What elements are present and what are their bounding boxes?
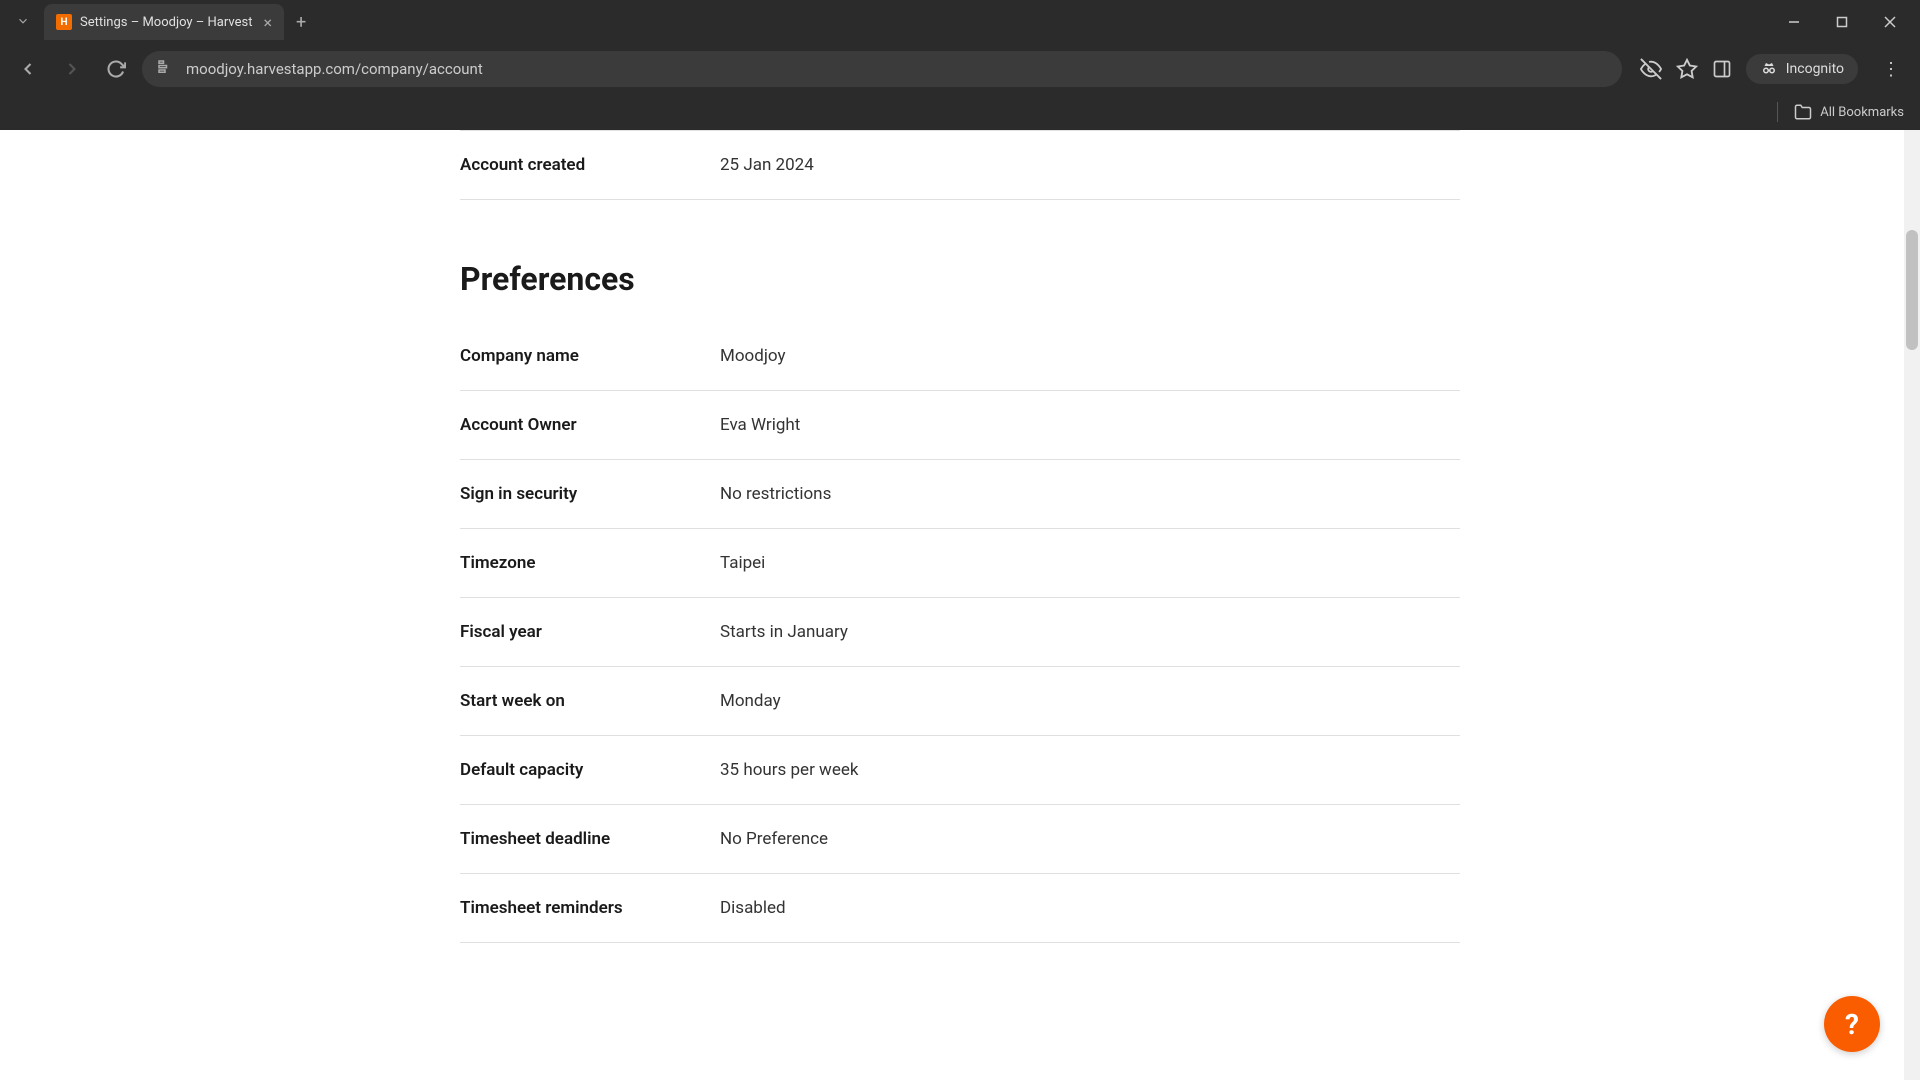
- url-controls: Incognito ⋮: [1640, 54, 1910, 84]
- url-text: moodjoy.harvestapp.com/company/account: [186, 60, 1608, 78]
- tab-bar: H Settings – Moodjoy – Harvest × +: [0, 0, 1920, 44]
- side-panel-icon[interactable]: [1712, 59, 1732, 79]
- timezone-label: Timezone: [460, 553, 720, 573]
- timesheet-reminders-label: Timesheet reminders: [460, 898, 720, 918]
- company-name-value: Moodjoy: [720, 346, 786, 366]
- default-capacity-label: Default capacity: [460, 760, 720, 780]
- back-button[interactable]: [10, 51, 46, 87]
- close-window-button[interactable]: [1868, 6, 1912, 38]
- default-capacity-row: Default capacity 35 hours per week: [460, 736, 1460, 805]
- default-capacity-value: 35 hours per week: [720, 760, 858, 780]
- account-owner-label: Account Owner: [460, 415, 720, 435]
- help-button[interactable]: ?: [1824, 996, 1880, 1052]
- timesheet-deadline-row: Timesheet deadline No Preference: [460, 805, 1460, 874]
- bookmarks-bar: All Bookmarks: [0, 94, 1920, 130]
- sign-in-security-row: Sign in security No restrictions: [460, 460, 1460, 529]
- account-created-value: 25 Jan 2024: [720, 155, 814, 175]
- browser-chrome: H Settings – Moodjoy – Harvest × +: [0, 0, 1920, 130]
- browser-tab[interactable]: H Settings – Moodjoy – Harvest ×: [44, 4, 284, 40]
- start-week-on-value: Monday: [720, 691, 781, 711]
- maximize-button[interactable]: [1820, 6, 1864, 38]
- all-bookmarks-button[interactable]: All Bookmarks: [1794, 103, 1904, 121]
- fiscal-year-label: Fiscal year: [460, 622, 720, 642]
- incognito-label: Incognito: [1786, 61, 1844, 77]
- start-week-on-row: Start week on Monday: [460, 667, 1460, 736]
- address-bar: moodjoy.harvestapp.com/company/account I…: [0, 44, 1920, 94]
- page-content: Account created 25 Jan 2024 Preferences …: [0, 130, 1920, 1080]
- forward-button[interactable]: [54, 51, 90, 87]
- account-owner-value: Eva Wright: [720, 415, 800, 435]
- timezone-value: Taipei: [720, 553, 765, 573]
- account-created-label: Account created: [460, 155, 720, 175]
- content-wrapper: Account created 25 Jan 2024 Preferences …: [440, 130, 1480, 943]
- reload-button[interactable]: [98, 51, 134, 87]
- fiscal-year-value: Starts in January: [720, 622, 848, 642]
- browser-menu-button[interactable]: ⋮: [1872, 59, 1910, 80]
- separator: [1777, 102, 1778, 122]
- incognito-badge[interactable]: Incognito: [1746, 54, 1858, 84]
- timesheet-deadline-label: Timesheet deadline: [460, 829, 720, 849]
- bookmark-star-icon[interactable]: [1676, 58, 1698, 80]
- fiscal-year-row: Fiscal year Starts in January: [460, 598, 1460, 667]
- sign-in-security-label: Sign in security: [460, 484, 720, 504]
- timesheet-reminders-row: Timesheet reminders Disabled: [460, 874, 1460, 943]
- tab-title: Settings – Moodjoy – Harvest: [80, 15, 255, 30]
- url-bar[interactable]: moodjoy.harvestapp.com/company/account: [142, 51, 1622, 87]
- window-controls: [1772, 6, 1912, 38]
- company-name-row: Company name Moodjoy: [460, 322, 1460, 391]
- minimize-button[interactable]: [1772, 6, 1816, 38]
- all-bookmarks-label: All Bookmarks: [1820, 105, 1904, 120]
- close-tab-button[interactable]: ×: [263, 13, 272, 32]
- timesheet-deadline-value: No Preference: [720, 829, 828, 849]
- start-week-on-label: Start week on: [460, 691, 720, 711]
- account-created-row: Account created 25 Jan 2024: [460, 130, 1460, 200]
- new-tab-button[interactable]: +: [284, 12, 318, 33]
- scrollbar-track[interactable]: [1904, 130, 1920, 1080]
- harvest-favicon: H: [56, 14, 72, 30]
- scrollbar-thumb[interactable]: [1906, 230, 1918, 350]
- tabs-dropdown-button[interactable]: [8, 9, 38, 36]
- visibility-off-icon[interactable]: [1640, 58, 1662, 80]
- account-owner-row: Account Owner Eva Wright: [460, 391, 1460, 460]
- company-name-label: Company name: [460, 346, 720, 366]
- sign-in-security-value: No restrictions: [720, 484, 831, 504]
- timesheet-reminders-value: Disabled: [720, 898, 786, 918]
- help-icon: ?: [1845, 1008, 1859, 1041]
- site-settings-icon[interactable]: [156, 58, 174, 80]
- timezone-row: Timezone Taipei: [460, 529, 1460, 598]
- preferences-heading: Preferences: [460, 260, 1460, 298]
